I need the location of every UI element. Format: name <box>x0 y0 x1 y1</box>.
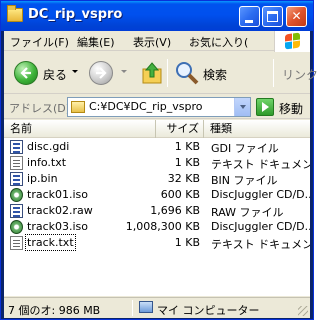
disc-image-icon <box>10 188 23 202</box>
file-size: 1,008,300 KB <box>125 220 200 233</box>
go-button[interactable]: 移動 <box>279 100 303 117</box>
window-title: DC_rip_vspro <box>28 7 123 22</box>
list-item[interactable]: track01.iso 600 KB DiscJuggler CD/D... <box>4 187 310 203</box>
maximize-icon <box>267 11 278 22</box>
folder-icon <box>71 101 85 113</box>
search-icon[interactable] <box>174 60 200 86</box>
title-bar[interactable]: DC_rip_vspro ✕ <box>1 1 313 31</box>
menu-bar: ファイル(F) 編集(E) 表示(V) お気に入り( <box>4 31 310 53</box>
column-type[interactable]: 種類 <box>204 120 310 138</box>
list-item[interactable]: track03.iso 1,008,300 KB DiscJuggler CD/… <box>4 219 310 235</box>
bin-file-icon <box>10 172 23 186</box>
text-file-icon <box>10 156 23 170</box>
file-type: RAW ファイル <box>211 206 284 219</box>
file-name: info.txt <box>27 156 67 169</box>
address-bar: アドレス(D) C:¥DC¥DC_rip_vspro 移動 <box>4 95 310 119</box>
file-size: 1 KB <box>174 140 200 153</box>
file-type: DiscJuggler CD/D... <box>211 220 310 233</box>
status-separator <box>132 300 133 316</box>
address-input[interactable]: C:¥DC¥DC_rip_vspro <box>67 97 251 117</box>
explorer-window: DC_rip_vspro ✕ ファイル(F) 編集(E) 表示(V) お気に入り… <box>0 0 318 320</box>
list-item[interactable]: ip.bin 32 KB BIN ファイル <box>4 171 310 187</box>
column-size[interactable]: サイズ <box>156 120 204 138</box>
minimize-button[interactable] <box>239 6 260 27</box>
file-rows: disc.gdi 1 KB GDI ファイル info.txt 1 KB テキス… <box>4 139 310 251</box>
file-name: track03.iso <box>27 220 89 233</box>
resize-grip[interactable] <box>298 306 308 316</box>
menu-view[interactable]: 表示(V) <box>133 34 171 50</box>
menu-edit[interactable]: 編集(E) <box>77 34 115 50</box>
file-name: track01.iso <box>27 188 89 201</box>
search-label[interactable]: 検索 <box>203 66 227 83</box>
disc-image-icon <box>10 220 23 234</box>
list-item[interactable]: disc.gdi 1 KB GDI ファイル <box>4 139 310 155</box>
forward-arrow-icon <box>96 67 107 79</box>
up-folder-icon[interactable] <box>141 61 163 85</box>
text-file-icon <box>10 236 23 250</box>
raw-file-icon <box>10 204 23 218</box>
file-size: 600 KB <box>160 188 200 201</box>
minimize-icon <box>245 20 253 23</box>
file-size: 32 KB <box>167 172 200 185</box>
back-label[interactable]: 戻る <box>43 66 67 83</box>
file-type: BIN ファイル <box>211 174 278 187</box>
file-type: テキスト ドキュメント <box>211 158 310 171</box>
column-name[interactable]: 名前 <box>4 120 156 138</box>
file-name: ip.bin <box>27 172 58 185</box>
file-name: disc.gdi <box>27 140 70 153</box>
file-list: 名前 サイズ 種類 disc.gdi 1 KB GDI ファイル info.tx… <box>4 120 310 296</box>
close-icon: ✕ <box>291 9 302 23</box>
file-name: track.txt <box>25 234 76 251</box>
toolbar-separator <box>273 59 274 87</box>
file-name: track02.raw <box>27 204 93 217</box>
address-label: アドレス(D) <box>9 102 71 115</box>
folder-icon <box>7 5 23 22</box>
links-label[interactable]: リンク <box>282 66 318 83</box>
file-size: 1 KB <box>174 236 200 249</box>
file-type: テキスト ドキュメント <box>211 238 310 251</box>
list-item[interactable]: info.txt 1 KB テキスト ドキュメント <box>4 155 310 171</box>
windows-logo-icon <box>274 31 310 53</box>
status-location: マイ コンピューター <box>157 304 260 317</box>
back-dropdown-icon[interactable] <box>72 70 78 73</box>
status-bar: 7 個のオ: 986 MB マイ コンピューター <box>4 297 310 318</box>
file-size: 1 KB <box>174 156 200 169</box>
toolbar-separator <box>167 59 168 87</box>
column-header: 名前 サイズ 種類 <box>4 120 310 138</box>
file-type: DiscJuggler CD/D... <box>211 188 310 201</box>
toolbar: 戻る 検索 リンク <box>4 52 318 94</box>
address-path[interactable]: C:¥DC¥DC_rip_vspro <box>89 100 202 113</box>
forward-dropdown-icon[interactable] <box>121 70 127 73</box>
status-summary: 7 個のオ: 986 MB <box>8 304 101 317</box>
maximize-button[interactable] <box>262 6 283 27</box>
my-computer-icon <box>139 301 153 313</box>
back-arrow-icon <box>20 67 31 79</box>
gdi-file-icon <box>10 140 23 154</box>
file-size: 1,696 KB <box>150 204 200 217</box>
list-item[interactable]: track02.raw 1,696 KB RAW ファイル <box>4 203 310 219</box>
list-item[interactable]: track.txt 1 KB テキスト ドキュメント <box>4 234 310 251</box>
menu-favorites[interactable]: お気に入り( <box>189 34 248 50</box>
window-frame: ファイル(F) 編集(E) 表示(V) お気に入り( 戻る 検索 リンク アドレ… <box>4 31 318 318</box>
menu-file[interactable]: ファイル(F) <box>10 34 69 50</box>
go-arrow-icon[interactable] <box>256 98 274 116</box>
back-button[interactable] <box>14 61 38 85</box>
forward-button[interactable] <box>89 61 113 85</box>
file-type: GDI ファイル <box>211 142 279 155</box>
address-dropdown-icon[interactable] <box>234 98 250 116</box>
close-button[interactable]: ✕ <box>286 6 307 27</box>
